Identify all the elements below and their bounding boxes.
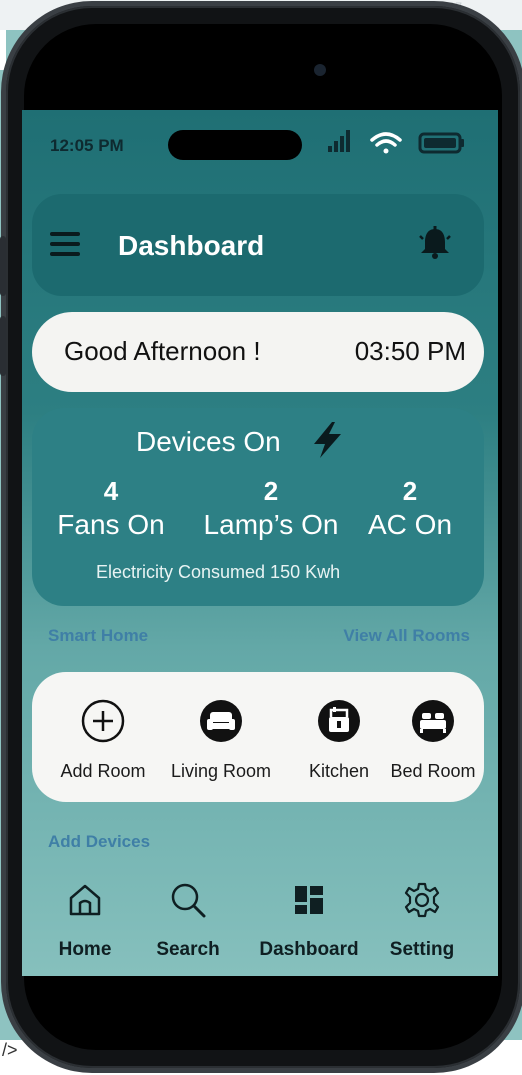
camera-icon <box>314 64 326 76</box>
kitchen-icon <box>318 700 360 742</box>
room-label: Living Room <box>170 761 272 781</box>
home-icon <box>69 884 101 916</box>
hamburger-menu-icon[interactable] <box>50 232 80 258</box>
bed-icon <box>412 700 454 742</box>
stat-count: 2 <box>263 476 279 506</box>
cellular-signal-icon <box>328 130 350 152</box>
room-kitchen[interactable]: Kitchen <box>294 698 384 782</box>
volume-button <box>0 316 6 376</box>
nav-label: Dashboard <box>259 939 359 960</box>
canvas-strip <box>0 30 6 70</box>
search-icon <box>171 883 206 918</box>
nav-label: Setting <box>389 939 455 960</box>
add-devices-link[interactable]: Add Devices <box>48 832 150 852</box>
gear-icon <box>404 882 440 918</box>
room-label: Add Room <box>60 761 146 781</box>
battery-icon <box>418 132 464 154</box>
room-add-room[interactable]: Add Room <box>48 698 158 782</box>
top-app-bar: Dashboard <box>32 194 484 296</box>
stat-lamps: 2 Lamp’s On <box>196 476 346 541</box>
smart-home-label[interactable]: Smart Home <box>48 626 148 646</box>
greeting-card: Good Afternoon ! 03:50 PM <box>32 312 484 392</box>
page-title: Dashboard <box>118 230 265 261</box>
dashboard-grid-icon <box>295 886 323 914</box>
code-glyph: /> <box>2 1040 18 1060</box>
stat-label: Lamp’s On <box>203 509 339 540</box>
stat-count: 2 <box>402 476 418 506</box>
stat-fans: 4 Fans On <box>52 476 170 541</box>
sofa-icon <box>200 700 242 742</box>
room-label: Bed Room <box>390 761 476 781</box>
room-label: Kitchen <box>308 761 370 781</box>
nav-search[interactable]: Search <box>148 880 228 961</box>
dynamic-island <box>168 130 302 160</box>
nav-setting[interactable]: Setting <box>382 880 462 961</box>
devices-title: Devices On <box>136 426 281 457</box>
plus-circle-icon <box>81 699 125 743</box>
nav-label: Search <box>156 939 220 960</box>
view-all-rooms-link[interactable]: View All Rooms <box>343 626 470 646</box>
room-bed-room[interactable]: Bed Room <box>386 698 480 782</box>
bell-icon[interactable] <box>416 224 454 262</box>
electricity-consumed: Electricity Consumed 150 Kwh <box>96 562 341 582</box>
stat-ac: 2 AC On <box>362 476 458 541</box>
app-screen: 12:05 PM Dashboard Good Afternoon ! 03:5… <box>22 110 498 976</box>
stat-label: Fans On <box>57 509 165 540</box>
design-canvas: iPhone 16 - 17 /> 12:05 PM <box>0 0 522 1075</box>
greeting-time: 03:50 PM <box>354 336 466 366</box>
room-living-room[interactable]: Living Room <box>164 698 278 782</box>
stat-label: AC On <box>367 509 453 540</box>
nav-home[interactable]: Home <box>48 880 122 961</box>
status-icons <box>328 130 464 154</box>
nav-dashboard[interactable]: Dashboard <box>254 880 364 961</box>
wifi-icon <box>370 132 402 154</box>
lightning-bolt-icon <box>314 422 341 458</box>
rooms-card: Add Room Living Room Kitchen Bed Room <box>32 672 484 802</box>
nav-label: Home <box>58 939 112 960</box>
greeting-text: Good Afternoon ! <box>64 336 261 366</box>
devices-on-card[interactable]: Devices On 4 Fans On 2 Lamp’s On 2 AC On… <box>32 408 484 606</box>
stat-count: 4 <box>103 476 119 506</box>
status-time: 12:05 PM <box>50 136 124 155</box>
bottom-nav: Home Search Dashboard Setting <box>22 870 498 976</box>
volume-button <box>0 236 6 296</box>
